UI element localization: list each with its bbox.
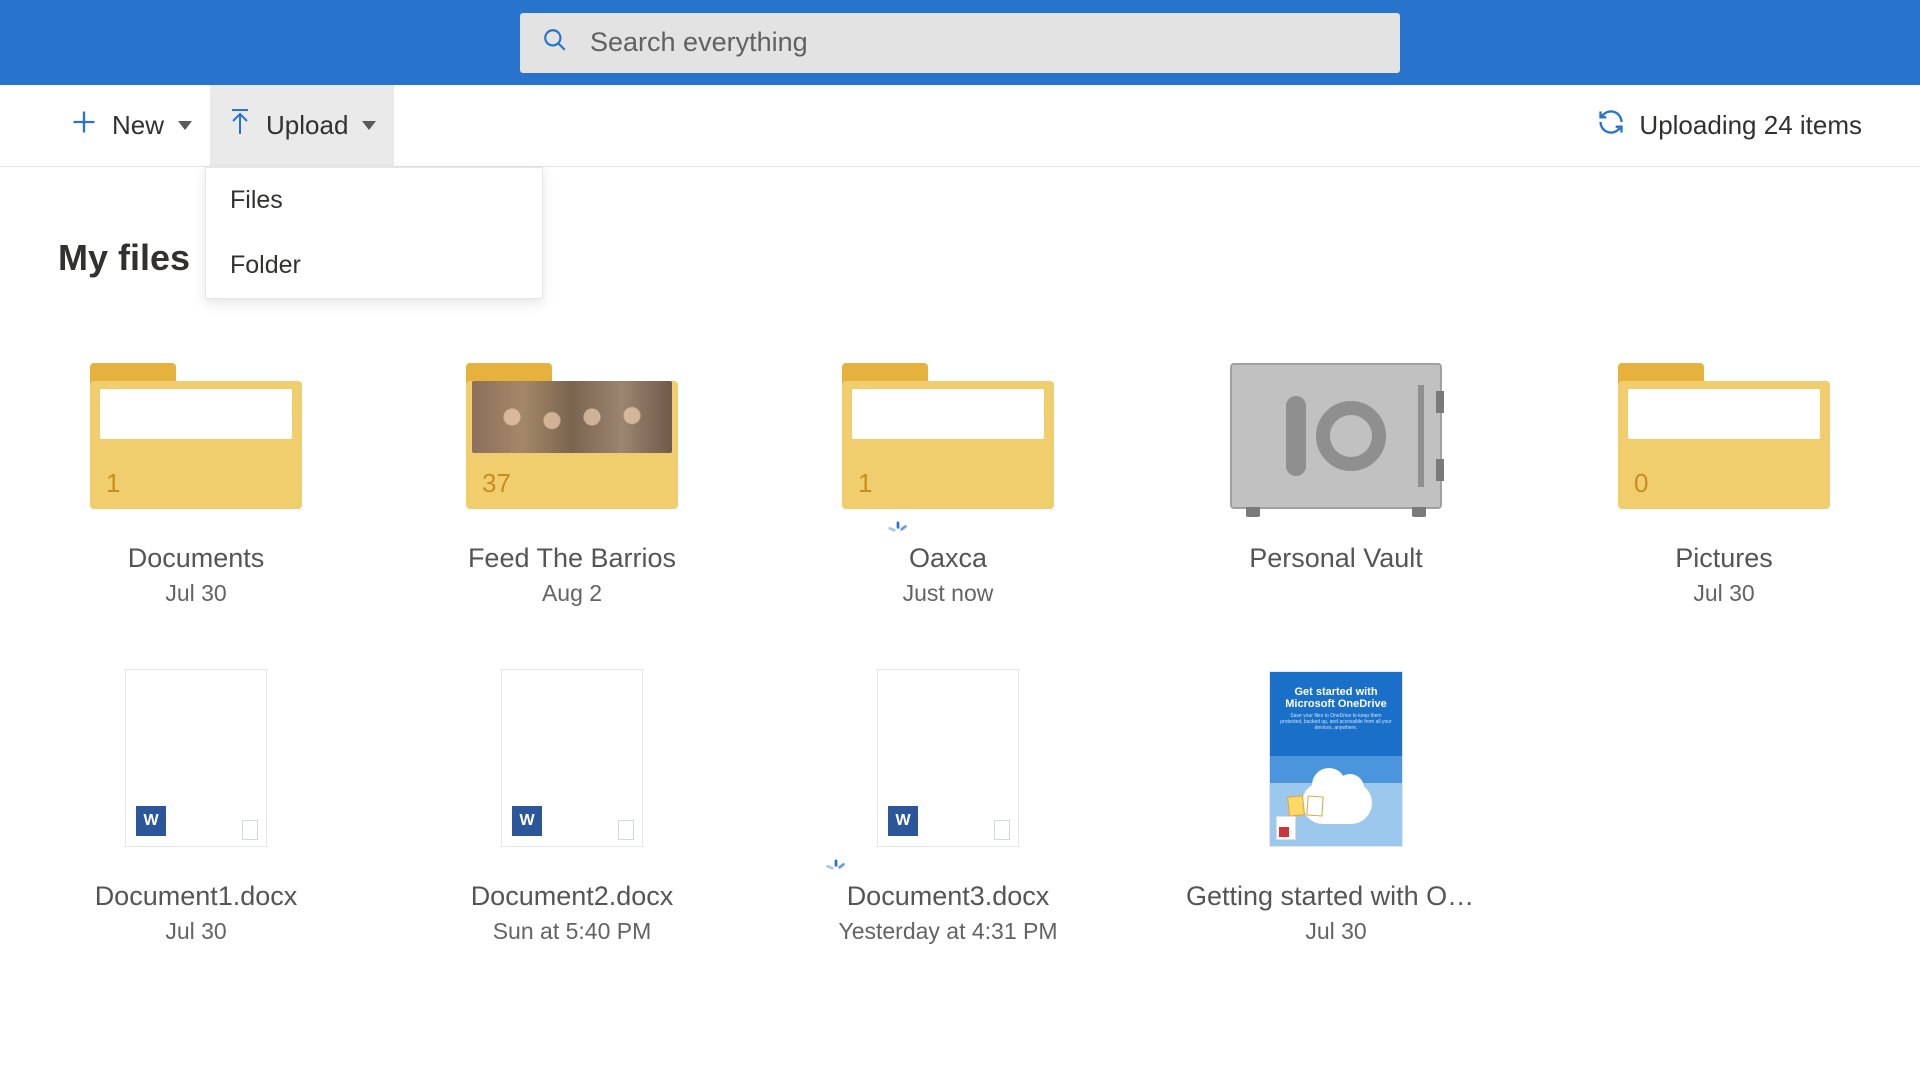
folder-icon: 1 [90, 363, 302, 509]
sync-icon [1597, 108, 1625, 143]
item-name: Document2.docx [471, 881, 674, 912]
upload-files-item[interactable]: Files [206, 168, 542, 233]
chevron-down-icon [178, 121, 192, 130]
item-name: Personal Vault [1249, 543, 1423, 574]
item-name: Document3.docx [847, 881, 1050, 912]
folder-count: 0 [1634, 468, 1648, 499]
folder-count: 1 [858, 468, 872, 499]
word-icon: W [888, 806, 918, 836]
upload-dropdown: Files Folder [205, 167, 543, 299]
new-button-label: New [112, 110, 164, 141]
toolbar: New Upload Uploading 24 items Files Fold… [0, 85, 1920, 167]
file-tile[interactable]: W Document2.docx Sun at 5:40 PM [434, 697, 710, 945]
upload-icon [228, 108, 252, 143]
document-thumbnail: W [125, 669, 267, 847]
folder-count: 1 [106, 468, 120, 499]
item-name: Documents [128, 543, 265, 574]
file-tile[interactable]: Personal Vault [1186, 359, 1486, 607]
file-grid: 1 Documents Jul 30 37 Feed The Barrios A… [58, 359, 1862, 945]
vault-icon [1230, 363, 1442, 509]
search-box[interactable] [520, 13, 1400, 73]
folder-preview-image [472, 381, 672, 453]
file-tile[interactable]: 37 Feed The Barrios Aug 2 [434, 359, 710, 607]
folder-inner [1628, 389, 1820, 439]
file-tile[interactable]: 1 Oaxca Just now [810, 359, 1086, 607]
file-tile[interactable]: Get started with Microsoft OneDrive Save… [1186, 697, 1486, 945]
item-date: Aug 2 [542, 580, 602, 607]
item-name: Oaxca [909, 543, 987, 574]
folder-icon: 37 [466, 363, 678, 509]
new-button[interactable]: New [52, 85, 210, 167]
folder-count: 37 [482, 468, 511, 499]
upload-folder-item[interactable]: Folder [206, 233, 542, 298]
upload-status: Uploading 24 items [1597, 108, 1862, 143]
item-name: Getting started with On… [1186, 881, 1486, 912]
header-bar [0, 0, 1920, 85]
syncing-icon [825, 859, 847, 886]
upload-status-label: Uploading 24 items [1639, 110, 1862, 141]
item-date: Jul 30 [1693, 580, 1754, 607]
search-input[interactable] [590, 27, 1378, 58]
item-name: Pictures [1675, 543, 1773, 574]
plus-icon [70, 108, 98, 143]
document-thumbnail: W [877, 669, 1019, 847]
item-date: Just now [903, 580, 994, 607]
chevron-down-icon [362, 121, 376, 130]
upload-button-label: Upload [266, 110, 348, 141]
file-tile[interactable]: 0 Pictures Jul 30 [1586, 359, 1862, 607]
upload-button[interactable]: Upload [210, 85, 394, 167]
word-icon: W [512, 806, 542, 836]
document-thumbnail: W [501, 669, 643, 847]
word-icon: W [136, 806, 166, 836]
item-date: Sun at 5:40 PM [493, 918, 652, 945]
item-date: Jul 30 [1305, 918, 1366, 945]
folder-icon: 0 [1618, 363, 1830, 509]
item-date: Jul 30 [165, 918, 226, 945]
item-name: Document1.docx [95, 881, 298, 912]
item-date: Jul 30 [165, 580, 226, 607]
file-tile[interactable]: W Document3.docx Yesterday at 4:31 PM [810, 697, 1086, 945]
pdf-thumbnail: Get started with Microsoft OneDrive Save… [1269, 671, 1403, 847]
file-tile[interactable]: 1 Documents Jul 30 [58, 359, 334, 607]
syncing-icon [887, 521, 909, 548]
folder-inner [852, 389, 1044, 439]
item-name: Feed The Barrios [468, 543, 676, 574]
pdf-icon [1276, 816, 1296, 840]
folder-icon: 1 [842, 363, 1054, 509]
search-icon [542, 27, 568, 58]
file-tile[interactable]: W Document1.docx Jul 30 [58, 697, 334, 945]
folder-inner [100, 389, 292, 439]
item-date: Yesterday at 4:31 PM [838, 918, 1057, 945]
